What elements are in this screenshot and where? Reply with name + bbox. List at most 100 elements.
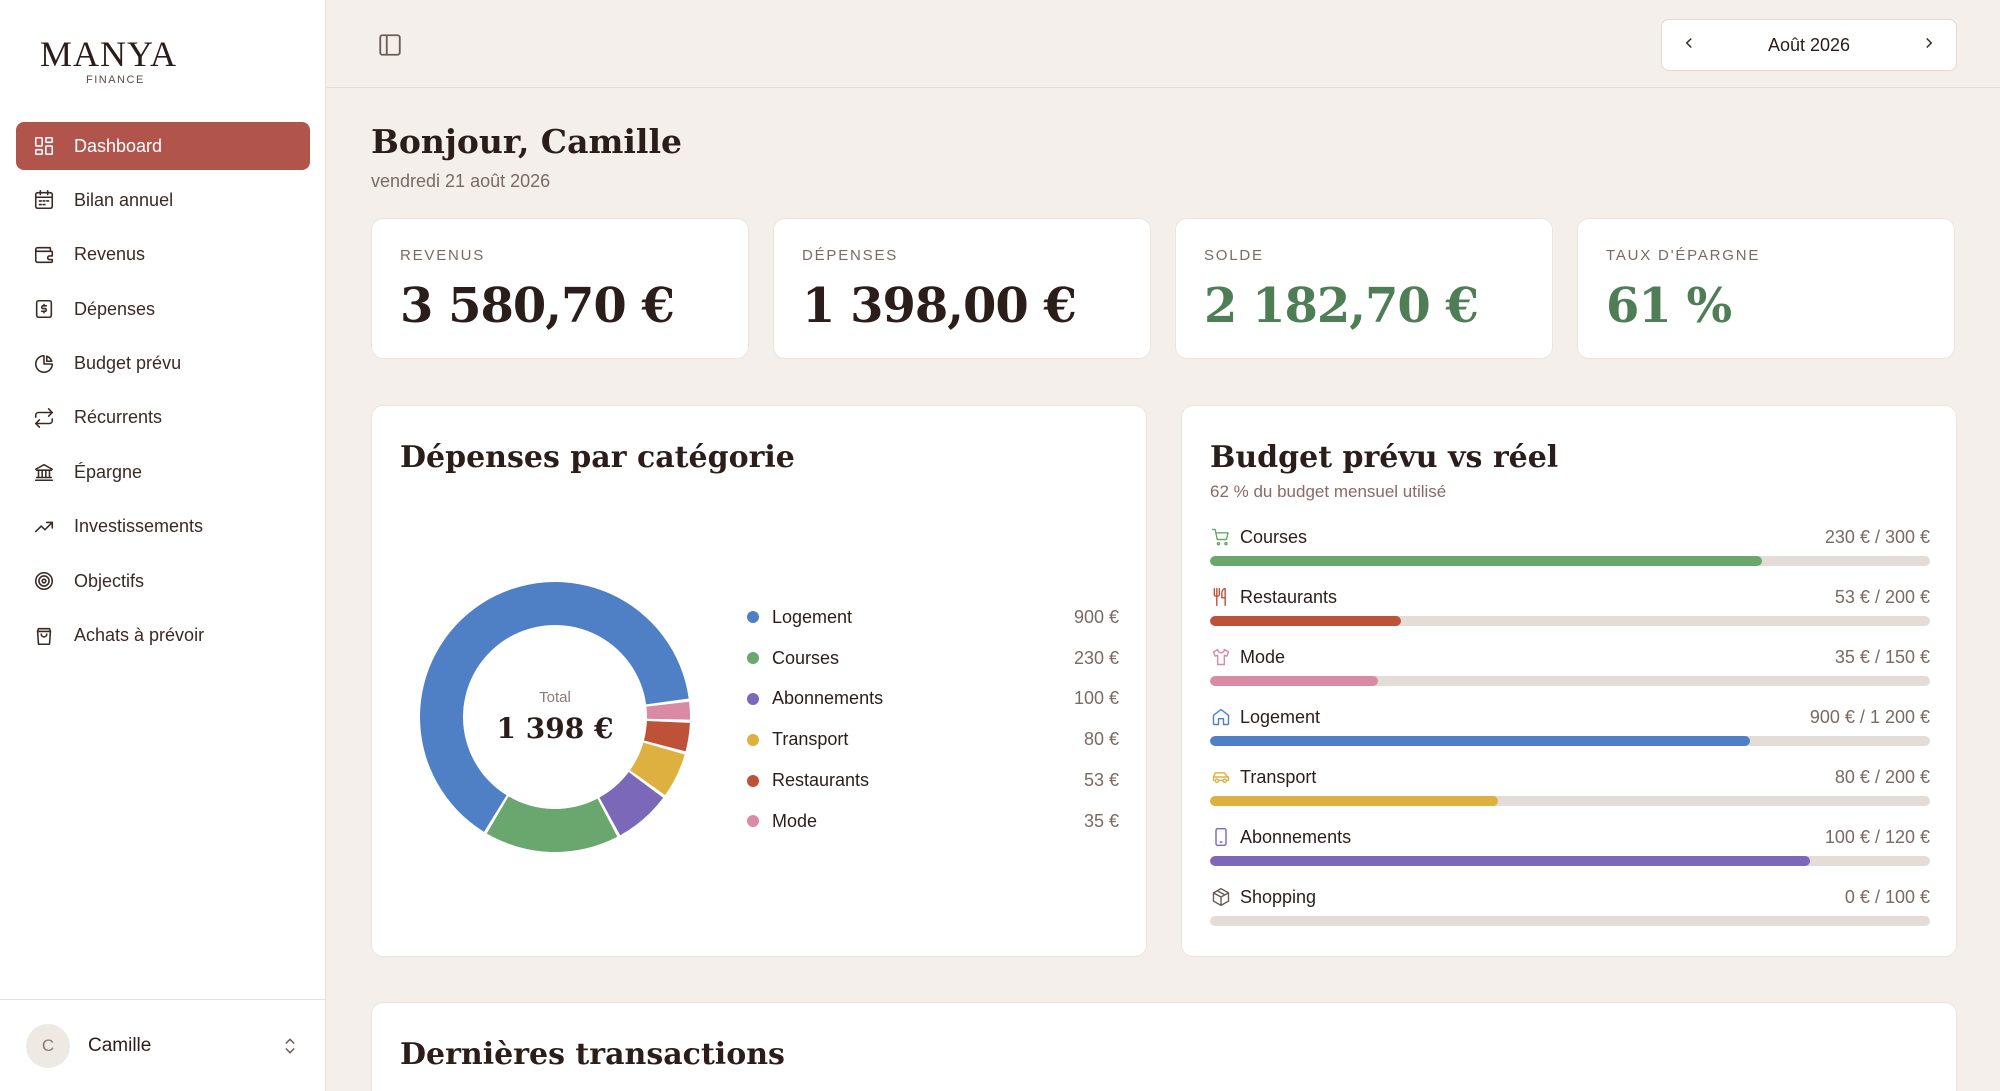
- budget-progress-track: [1210, 556, 1930, 566]
- user-menu[interactable]: C Camille: [0, 999, 326, 1091]
- next-month-button[interactable]: [1920, 34, 1938, 57]
- sidebar-item-label: Récurrents: [74, 407, 163, 428]
- kpi-label: DÉPENSES: [802, 247, 899, 264]
- kpi-card-solde: SOLDE 2 182,70 €: [1175, 218, 1553, 359]
- kpi-value: 1 398,00 €: [802, 278, 1077, 334]
- kpi-value: 2 182,70 €: [1204, 278, 1479, 334]
- greeting: Bonjour, Camille vendredi 21 août 2026: [371, 122, 682, 192]
- legend-item: Transport 80 €: [747, 719, 1119, 760]
- sidebar-item-label: Dépenses: [74, 298, 156, 319]
- kpi-value: 61 %: [1606, 278, 1732, 334]
- sidebar: MANYA FINANCE Dashboard Bilan annuel Rev…: [0, 0, 326, 1091]
- sidebar-item-objectifs[interactable]: Objectifs: [16, 557, 310, 605]
- budget-list: Courses 230 € / 300 € Restaurants 53 € /…: [1210, 525, 1930, 945]
- sidebar-item-label: Budget prévu: [74, 353, 182, 374]
- panel-title: Dépenses par catégorie: [400, 440, 795, 475]
- sidebar-item-investissements[interactable]: Investissements: [16, 503, 310, 551]
- sidebar-item-epargne[interactable]: Épargne: [16, 448, 310, 496]
- kpi-card-revenus: REVENUS 3 580,70 €: [371, 218, 749, 359]
- budget-amount: 230 € / 300 €: [1824, 526, 1930, 547]
- budget-amount: 0 € / 100 €: [1844, 886, 1930, 907]
- utensils-icon: [1210, 586, 1232, 608]
- legend-label: Courses: [772, 647, 840, 668]
- budget-amount: 80 € / 200 €: [1834, 766, 1930, 787]
- legend-value: 53 €: [1083, 770, 1119, 791]
- sidebar-item-depenses[interactable]: Dépenses: [16, 285, 310, 333]
- shopping-bag-icon: [32, 624, 56, 648]
- month-picker: Août 2026: [1661, 19, 1957, 71]
- kpi-label: REVENUS: [400, 247, 486, 264]
- brand-name: MANYA: [40, 34, 178, 74]
- trending-up-icon: [32, 515, 56, 539]
- legend-label: Transport: [772, 729, 849, 750]
- receipt-icon: [32, 297, 56, 321]
- kpi-label: SOLDE: [1204, 247, 1264, 264]
- legend-dot: [747, 815, 759, 828]
- sidebar-item-dashboard[interactable]: Dashboard: [16, 122, 310, 170]
- budget-progress-fill: [1210, 616, 1401, 626]
- sidebar-item-bilan-annuel[interactable]: Bilan annuel: [16, 176, 310, 224]
- budget-amount: 100 € / 120 €: [1824, 826, 1930, 847]
- sidebar-item-label: Objectifs: [74, 570, 145, 591]
- previous-month-button[interactable]: [1680, 34, 1698, 57]
- legend-label: Mode: [772, 810, 818, 831]
- legend-dot: [747, 733, 759, 746]
- panel-title: Dernières transactions: [400, 1037, 785, 1072]
- avatar: C: [26, 1023, 70, 1068]
- page-title: Bonjour, Camille: [371, 122, 682, 161]
- wallet-icon: [32, 243, 56, 267]
- sidebar-toggle-button[interactable]: [377, 32, 403, 58]
- budget-row-transport: Transport 80 € / 200 €: [1210, 765, 1930, 825]
- budget-progress-fill: [1210, 676, 1378, 686]
- budget-progress-track: [1210, 676, 1930, 686]
- shirt-icon: [1210, 646, 1232, 668]
- donut-total-value: 1 398 €: [496, 712, 614, 745]
- budget-label: Courses: [1240, 526, 1308, 547]
- current-month-label: Août 2026: [1767, 34, 1851, 55]
- kpi-card-depenses: DÉPENSES 1 398,00 €: [773, 218, 1151, 359]
- home-icon: [1210, 706, 1232, 728]
- budget-amount: 900 € / 1 200 €: [1809, 706, 1930, 727]
- budget-amount: 53 € / 200 €: [1834, 586, 1930, 607]
- legend-dot: [747, 774, 759, 787]
- legend-item: Courses 230 €: [747, 638, 1119, 679]
- legend-value: 35 €: [1083, 810, 1119, 831]
- chevron-up-down-icon: [280, 1036, 300, 1056]
- legend-item: Logement 900 €: [747, 597, 1119, 638]
- sidebar-item-label: Bilan annuel: [74, 189, 174, 210]
- budget-row-abonnements: Abonnements 100 € / 120 €: [1210, 825, 1930, 885]
- sidebar-item-revenus[interactable]: Revenus: [16, 231, 310, 279]
- legend-dot: [747, 611, 759, 624]
- budget-progress-fill: [1210, 856, 1810, 866]
- legend-value: 100 €: [1073, 688, 1119, 709]
- legend-value: 900 €: [1073, 606, 1119, 627]
- chevron-right-icon: [1926, 37, 1933, 48]
- topbar: Août 2026: [327, 0, 2000, 88]
- sidebar-item-budget-prevu[interactable]: Budget prévu: [16, 340, 310, 388]
- kpi-value: 3 580,70 €: [400, 278, 675, 334]
- kpi-label: TAUX D'ÉPARGNE: [1606, 247, 1761, 264]
- calendar-icon: [32, 188, 56, 212]
- sidebar-item-recurrents[interactable]: Récurrents: [16, 394, 310, 442]
- legend-dot: [747, 692, 759, 705]
- sidebar-item-label: Investissements: [74, 516, 204, 537]
- recent-transactions-panel: Dernières transactions: [371, 1002, 1957, 1091]
- budget-row-shopping: Shopping 0 € / 100 €: [1210, 885, 1930, 945]
- brand-subtitle: FINANCE: [86, 74, 145, 86]
- sidebar-item-label: Revenus: [74, 244, 146, 265]
- budget-label: Transport: [1240, 766, 1317, 787]
- budget-progress-track: [1210, 736, 1930, 746]
- category-legend: Logement 900 € Courses 230 € Abonnements…: [747, 597, 1119, 842]
- brand-logo[interactable]: MANYA FINANCE: [40, 36, 177, 86]
- donut-center: Total 1 398 €: [420, 582, 690, 852]
- sidebar-nav: Dashboard Bilan annuel Revenus Dépenses …: [16, 122, 310, 666]
- expenses-by-category-panel: Dépenses par catégorie Total 1 398 € Log…: [371, 405, 1147, 957]
- legend-label: Abonnements: [772, 688, 884, 709]
- legend-dot: [747, 652, 759, 665]
- budget-row-restaurants: Restaurants 53 € / 200 €: [1210, 585, 1930, 645]
- kpi-card-taux-epargne: TAUX D'ÉPARGNE 61 %: [1577, 218, 1955, 359]
- sidebar-item-label: Épargne: [74, 461, 143, 482]
- donut-total-label: Total: [539, 689, 571, 706]
- sidebar-item-achats-a-prevoir[interactable]: Achats à prévoir: [16, 612, 310, 660]
- package-icon: [1210, 886, 1232, 908]
